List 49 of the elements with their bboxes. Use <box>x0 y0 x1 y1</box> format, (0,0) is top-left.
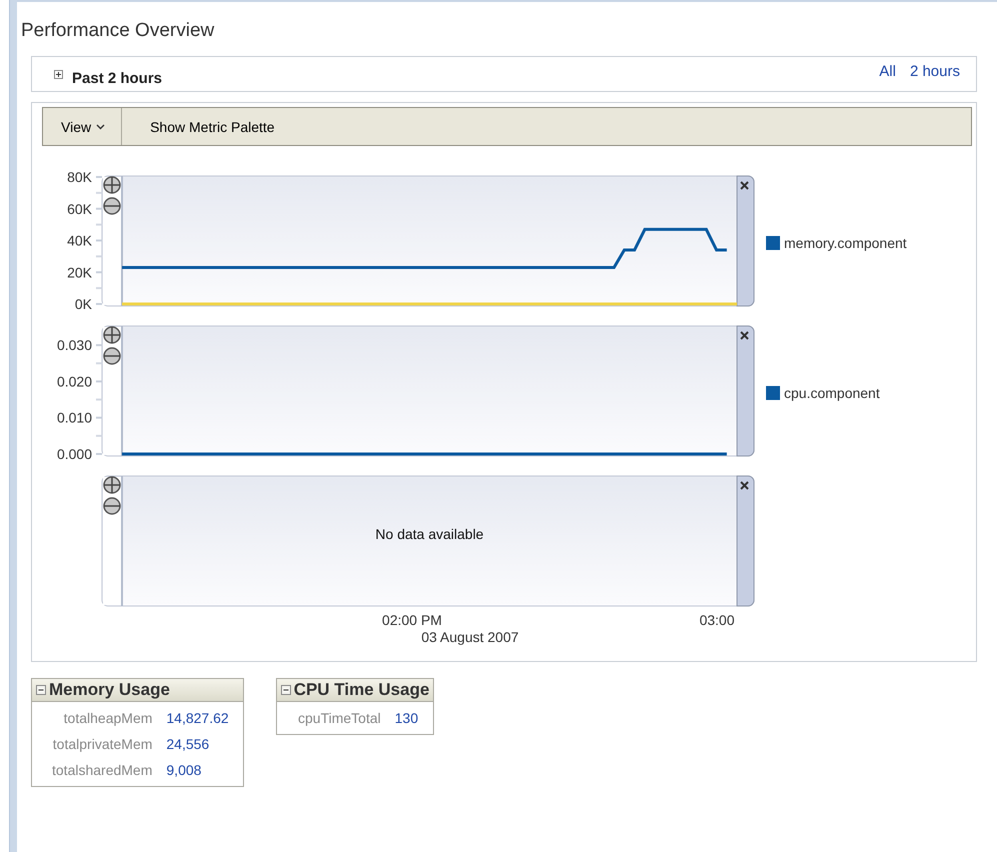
metric-name: totalprivateMem <box>52 736 152 752</box>
axis-label: 0.010 <box>56 410 92 426</box>
zoom-in-icon[interactable] <box>103 326 121 344</box>
close-icon[interactable] <box>740 481 749 490</box>
panel-title: Memory Usage <box>49 680 170 700</box>
scroll-bar[interactable] <box>736 176 754 306</box>
axis-label: 80K <box>67 169 92 185</box>
metric-name: totalheapMem <box>62 710 152 726</box>
legend-label: cpu.component <box>784 385 880 401</box>
metric-value: 9,008 <box>166 762 202 778</box>
collapse-icon[interactable] <box>280 685 291 695</box>
page-title: Performance Overview <box>21 20 216 42</box>
legend-swatch <box>766 236 780 250</box>
scroll-bar[interactable] <box>736 326 754 456</box>
close-icon[interactable] <box>740 331 749 340</box>
metric-value: 24,556 <box>166 736 210 752</box>
axis-label: 0.020 <box>56 373 92 390</box>
no-data-message: No data available <box>375 526 484 542</box>
metric-name: cpuTimeTotal <box>297 710 381 726</box>
axis-label: 40K <box>67 232 92 248</box>
caret-icon <box>96 124 106 130</box>
axis-label: 0.030 <box>56 337 92 354</box>
zoom-out-icon[interactable] <box>103 197 121 215</box>
zoom-out-icon[interactable] <box>103 347 121 365</box>
scroll-bar[interactable] <box>736 476 754 606</box>
legend-swatch <box>766 386 780 400</box>
range-label: Past 2 hours <box>72 68 164 86</box>
panel-title: CPU Time Usage <box>294 680 430 700</box>
axis-label: 60K <box>67 200 92 217</box>
metric-value: 14,827.62 <box>166 710 229 726</box>
axis-label: 02:00 PM <box>382 612 442 628</box>
range-link[interactable]: 2 hours <box>910 63 960 80</box>
axis-label: 0.000 <box>56 446 92 462</box>
view-menu[interactable]: View <box>43 108 122 145</box>
zoom-out-icon[interactable] <box>103 497 121 515</box>
zoom-in-icon[interactable] <box>103 176 121 194</box>
metric-palette-button[interactable]: Show Metric Palette <box>122 118 303 134</box>
range-link[interactable]: All <box>879 63 896 80</box>
metric-name: totalsharedMem <box>52 762 152 778</box>
close-icon[interactable] <box>740 181 749 190</box>
expand-icon[interactable] <box>54 70 63 78</box>
metric-value: 130 <box>394 710 420 726</box>
axis-label: 20K <box>67 264 92 280</box>
zoom-in-icon[interactable] <box>103 476 121 494</box>
axis-title: 03 August 2007 <box>421 629 519 645</box>
collapse-icon[interactable] <box>36 685 46 695</box>
axis-label: 03:00 <box>699 612 735 628</box>
legend-label: memory.component <box>784 235 907 251</box>
axis-label: 0K <box>74 296 92 312</box>
